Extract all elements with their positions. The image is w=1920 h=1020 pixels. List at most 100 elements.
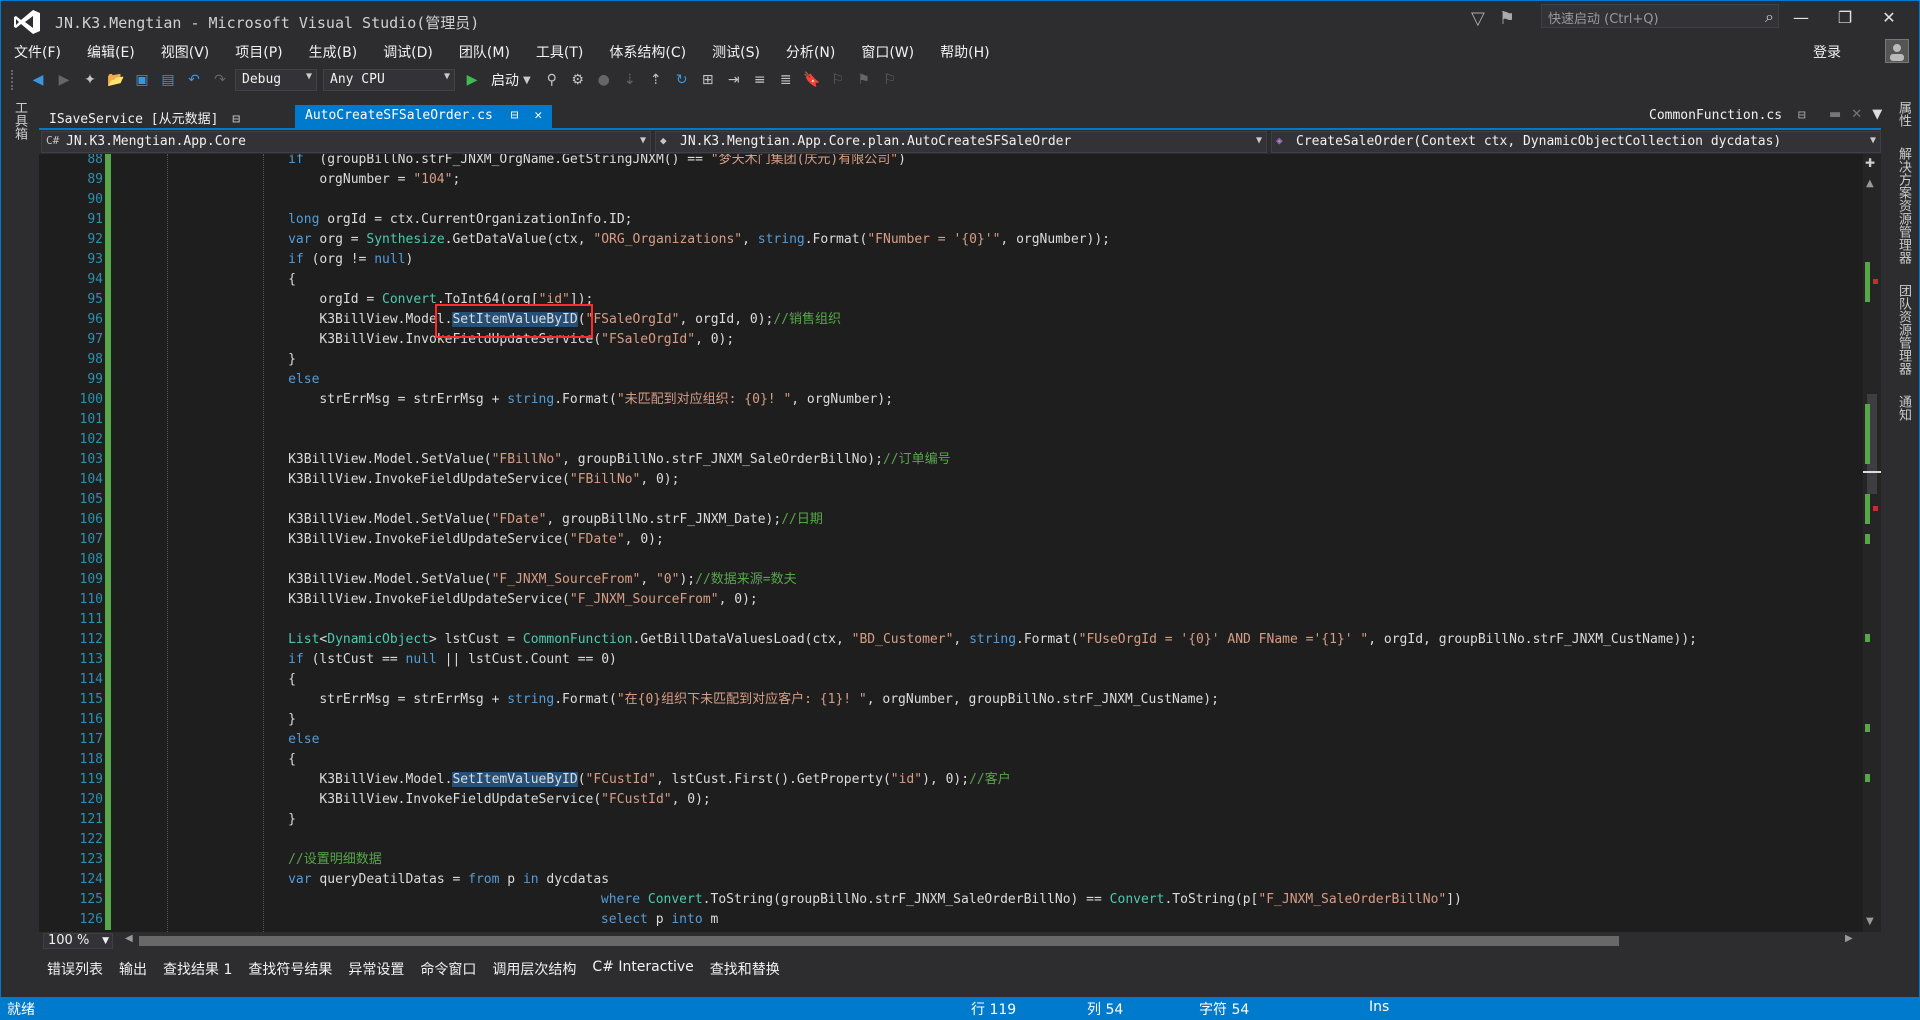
bottom-tab[interactable]: 异常设置 [340,957,412,979]
publish-icon[interactable]: ⇡ [645,69,667,91]
code-line[interactable]: List<DynamicObject> lstCust = CommonFunc… [288,630,1697,650]
next-bookmark-icon[interactable]: ⚑ [853,69,875,91]
code-line[interactable]: where Convert.ToString(groupBillNo.strF_… [601,890,1462,910]
menu-item[interactable]: 生成(B) [296,39,371,63]
code-line[interactable]: //设置明细数据 [288,850,382,870]
code-area[interactable]: if (groupBillNo.strF_JNXM_OrgName.GetStr… [143,154,1863,932]
split-icon[interactable]: ✚ [1865,156,1875,170]
uncomment-icon[interactable]: ≣ [775,69,797,91]
code-line[interactable]: } [288,350,296,370]
pin-icon[interactable]: ⊟ [232,112,240,127]
restore-button[interactable]: ❐ [1823,1,1867,35]
menu-item[interactable]: 调试(D) [370,39,446,63]
menu-item[interactable]: 窗口(W) [848,39,927,63]
toolbar-grip[interactable] [11,70,17,90]
start-debugging-button[interactable]: ▶ 启动 ▼ [461,69,531,91]
close-icon[interactable]: ✕ [1851,107,1862,122]
code-line[interactable]: else [288,730,319,750]
code-line[interactable]: } [288,810,296,830]
save-all-icon[interactable]: ▤ [157,69,179,91]
code-line[interactable]: { [288,670,296,690]
bottom-tab[interactable]: 查找和替换 [702,957,788,979]
code-line[interactable]: else [288,370,319,390]
code-line[interactable]: var org = Synthesize.GetDataValue(ctx, "… [288,230,1110,250]
menu-item[interactable]: 工具(T) [523,39,596,63]
attach-process-icon[interactable]: ⚙ [567,69,589,91]
step-icon[interactable]: ⇣ [619,69,641,91]
code-line[interactable]: if (lstCust == null || lstCust.Count == … [288,650,617,670]
undo-icon[interactable]: ↶ [183,69,205,91]
scroll-left-icon[interactable]: ◀ [125,933,133,944]
code-line[interactable]: strErrMsg = strErrMsg + string.Format("未… [319,390,893,410]
bottom-tab[interactable]: 查找结果 1 [155,957,240,979]
tab-dropdown-icon[interactable]: ▼ [1872,107,1882,122]
new-project-icon[interactable]: ✦ [79,69,101,91]
menu-item[interactable]: 测试(S) [699,39,773,63]
scroll-down-icon[interactable]: ▼ [1866,916,1874,927]
format-icon[interactable]: ⊞ [697,69,719,91]
bottom-tab[interactable]: 错误列表 [39,957,111,979]
right-tool-tab[interactable]: 解决方案资源管理器 [1889,147,1913,264]
dock-icon[interactable]: ▬ [1829,107,1841,122]
quick-launch-input[interactable]: 快速启动 (Ctrl+Q) ⌕ [1541,4,1779,28]
code-line[interactable]: strErrMsg = strErrMsg + string.Format("在… [319,690,1219,710]
bottom-tab[interactable]: 查找符号结果 [240,957,340,979]
menu-item[interactable]: 体系结构(C) [596,39,699,63]
code-line[interactable]: K3BillView.Model.SetValue("F_JNXM_Source… [288,570,797,590]
breakpoint-icon[interactable]: ● [593,69,615,91]
code-line[interactable]: K3BillView.InvokeFieldUpdateService("FCu… [319,790,710,810]
zoom-select[interactable]: 100 % ▼ [43,933,113,949]
login-link[interactable]: 登录 [1813,42,1841,62]
code-line[interactable]: } [288,710,296,730]
code-line[interactable]: K3BillView.Model.SetValue("FBillNo", gro… [288,450,951,470]
project-dropdown[interactable]: C# JN.K3.Mengtian.App.Core ▼ [41,131,651,153]
code-line[interactable]: K3BillView.InvokeFieldUpdateService("F_J… [288,590,758,610]
feedback-icon[interactable]: ⚑ [1499,8,1515,29]
code-line[interactable]: select p into m [601,910,718,930]
code-line[interactable]: K3BillView.InvokeFieldUpdateService("FDa… [288,530,664,550]
menu-item[interactable]: 文件(F) [1,39,74,63]
bottom-tab[interactable]: C# Interactive [584,957,701,979]
code-line[interactable]: K3BillView.Model.SetValue("FDate", group… [288,510,823,530]
redo-icon[interactable]: ↷ [209,69,231,91]
filter-icon[interactable]: ▽ [1471,8,1485,29]
code-line[interactable]: orgNumber = "104"; [319,170,460,190]
tab-isaveservice[interactable]: ISaveService [从元数据] ⊟ [39,105,250,129]
code-line[interactable]: var queryDeatilDatas = from p in dycdata… [288,870,609,890]
menu-item[interactable]: 帮助(H) [927,39,1002,63]
menu-item[interactable]: 分析(N) [773,39,848,63]
horizontal-scrollbar-thumb[interactable] [139,936,1619,946]
tab-commonfunction[interactable]: CommonFunction.cs ⊟ [1649,108,1806,123]
save-icon[interactable]: ▣ [131,69,153,91]
code-editor[interactable]: 88 89 90 91 92 93 94 95 96 97 98 99 100 101 102 103 104 1… [39,154,1881,932]
right-tool-tab[interactable]: 属性 [1889,101,1913,127]
pin-icon[interactable]: ⊟ [1798,108,1806,123]
menu-item[interactable]: 编辑(E) [74,39,148,63]
comment-icon[interactable]: ≡ [749,69,771,91]
open-file-icon[interactable]: 📂 [105,69,127,91]
navigate-back-icon[interactable]: ◀ [27,69,49,91]
class-dropdown[interactable]: ◆ JN.K3.Mengtian.App.Core.plan.AutoCreat… [655,131,1267,153]
right-tool-tab[interactable]: 团队资源管理器 [1889,284,1913,375]
code-line[interactable]: K3BillView.Model.SetItemValueByID("FCust… [319,770,1011,790]
solution-config-select[interactable]: Debug ▼ [235,69,317,91]
pin-icon[interactable]: ⊟ [511,108,519,123]
code-line[interactable]: { [288,750,296,770]
menu-item[interactable]: 视图(V) [148,39,223,63]
bottom-tab[interactable]: 命令窗口 [412,957,484,979]
clear-bookmarks-icon[interactable]: ⚐ [879,69,901,91]
close-icon[interactable]: ✕ [534,108,542,123]
bottom-tab[interactable]: 输出 [111,957,155,979]
indent-icon[interactable]: ⇥ [723,69,745,91]
bookmark-icon[interactable]: 🔖 [801,69,823,91]
bottom-tab[interactable]: 调用层次结构 [484,957,584,979]
find-in-files-icon[interactable]: ⚲ [541,69,563,91]
menu-item[interactable]: 项目(P) [222,39,295,63]
code-line[interactable]: long orgId = ctx.CurrentOrganizationInfo… [288,210,632,230]
menu-item[interactable]: 团队(M) [446,39,523,63]
code-line[interactable]: if (org != null) [288,250,413,270]
member-dropdown[interactable]: ◈ CreateSaleOrder(Context ctx, DynamicOb… [1271,131,1881,153]
scroll-up-icon[interactable]: ▲ [1866,178,1874,189]
close-button[interactable]: ✕ [1867,1,1911,35]
minimize-button[interactable]: — [1779,1,1823,35]
